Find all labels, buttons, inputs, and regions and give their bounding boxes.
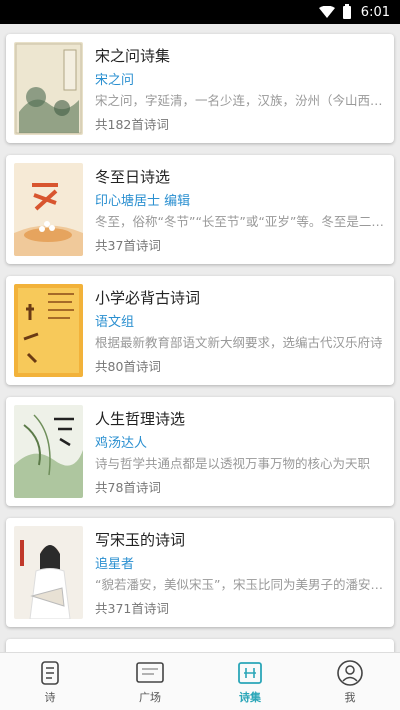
poem-scroll-icon (35, 659, 65, 687)
tab-label: 诗 (44, 690, 56, 704)
book-poem-count: 共78首诗词 (95, 479, 161, 495)
tab-label: 我 (344, 690, 356, 704)
book-card-dongzhi[interactable]: 冬至日诗选 印心塘居士 编辑 冬至，俗称“冬节”“长至节”或“亚岁”等。冬至是二… (6, 155, 394, 264)
tab-label: 广场 (139, 690, 161, 704)
book-poem-count: 共371首诗词 (95, 600, 169, 616)
book-poem-count: 共37首诗词 (95, 237, 161, 253)
book-author[interactable]: 语文组 (95, 311, 386, 332)
book-cover-image (14, 405, 83, 498)
book-description: “貌若潘安，美似宋玉”，宋玉比同为美男子的潘安更早 (95, 577, 386, 593)
book-cover-image (14, 526, 83, 619)
profile-icon (335, 659, 365, 687)
book-card-partial[interactable] (6, 639, 394, 652)
book-poem-count: 共80首诗词 (95, 358, 161, 374)
book-title: 小学必背古诗词 (95, 289, 201, 307)
book-description: 宋之问，字延清，一名少连，汉族，汾州（今山西汾阳）人 (95, 93, 386, 109)
book-card-philosophy[interactable]: 人生哲理诗选 鸡汤达人 诗与哲学共通点都是以透视万事万物的核心为天职 共78首诗… (6, 397, 394, 506)
status-time: 6:01 (360, 4, 390, 20)
anthology-icon (235, 659, 265, 687)
wifi-icon (318, 6, 335, 18)
tab-square[interactable]: 广场 (100, 653, 200, 710)
book-author[interactable]: 宋之问 (95, 69, 386, 90)
book-poem-count: 共182首诗词 (95, 116, 169, 132)
book-title: 冬至日诗选 (95, 168, 171, 186)
book-title: 写宋玉的诗词 (95, 531, 186, 549)
book-cover-image (14, 284, 83, 377)
book-cover-image (14, 163, 83, 256)
battery-icon (342, 3, 351, 19)
book-description: 根据最新教育部语文新大纲要求，选编古代汉乐府诗 (95, 335, 383, 351)
tab-poem[interactable]: 诗 (0, 653, 100, 710)
book-card-song-zhiwen[interactable]: 宋之问诗集 宋之问 宋之问，字延清，一名少连，汉族，汾州（今山西汾阳）人 共18… (6, 34, 394, 143)
news-square-icon (135, 659, 165, 687)
tab-label: 诗集 (239, 690, 261, 704)
tab-me[interactable]: 我 (300, 653, 400, 710)
book-cover-image (14, 42, 83, 135)
book-description: 冬至，俗称“冬节”“长至节”或“亚岁”等。冬至是二十四节气之一 (95, 214, 386, 230)
book-title: 人生哲理诗选 (95, 410, 186, 428)
book-description: 诗与哲学共通点都是以透视万事万物的核心为天职 (95, 456, 371, 472)
book-author[interactable]: 鸡汤达人 (95, 432, 386, 453)
book-author[interactable]: 印心塘居士 编辑 (95, 190, 386, 211)
tab-anthology[interactable]: 诗集 (200, 653, 300, 710)
book-card-song-yu[interactable]: 写宋玉的诗词 追星者 “貌若潘安，美似宋玉”，宋玉比同为美男子的潘安更早 共37… (6, 518, 394, 627)
anthology-list[interactable]: 宋之问诗集 宋之问 宋之问，字延清，一名少连，汉族，汾州（今山西汾阳）人 共18… (0, 24, 400, 652)
book-title: 宋之问诗集 (95, 47, 171, 65)
book-card-primary-school[interactable]: 小学必背古诗词 语文组 根据最新教育部语文新大纲要求，选编古代汉乐府诗 共80首… (6, 276, 394, 385)
bottom-tab-bar: 诗 广场 诗集 我 (0, 652, 400, 710)
book-author[interactable]: 追星者 (95, 553, 386, 574)
status-bar: 6:01 (0, 0, 400, 24)
